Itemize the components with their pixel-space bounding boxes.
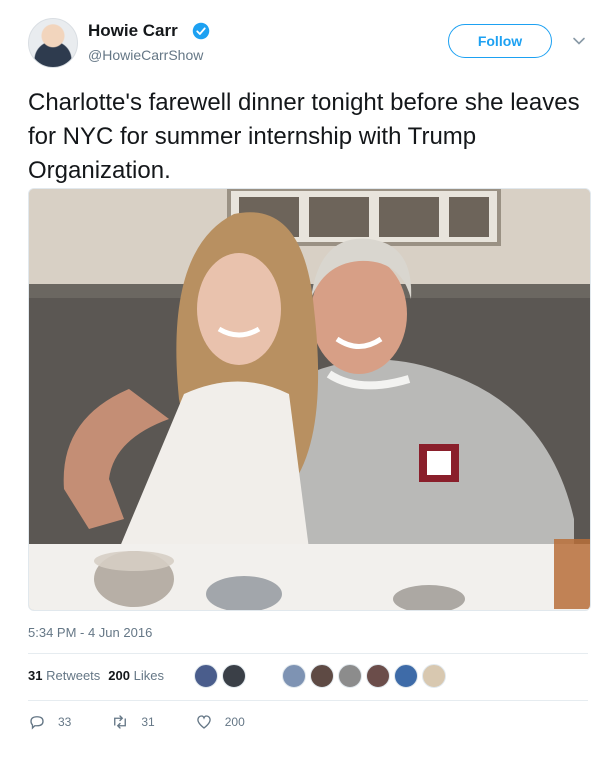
- liker-avatar[interactable]: [282, 664, 306, 688]
- author-name[interactable]: Howie Carr: [88, 21, 178, 41]
- tweet-header: Howie Carr @HowieCarrShow Follow: [28, 18, 588, 70]
- divider: [28, 700, 588, 701]
- reply-button[interactable]: 33: [28, 713, 71, 731]
- likes-count: 200: [108, 668, 130, 683]
- tweet-text: Charlotte's farewell dinner tonight befo…: [28, 89, 580, 184]
- verified-badge-icon: [192, 22, 210, 40]
- retweets-label: Retweets: [46, 668, 101, 683]
- dinner-photo-illustration: [29, 189, 590, 610]
- divider: [28, 653, 588, 654]
- likes-label: Likes: [133, 668, 164, 683]
- retweet-count: 31: [141, 715, 155, 729]
- author-handle[interactable]: @HowieCarrShow: [88, 47, 203, 63]
- author-avatar[interactable]: [28, 18, 78, 68]
- liker-avatar[interactable]: [394, 664, 418, 688]
- liker-avatar[interactable]: [422, 664, 446, 688]
- reply-count: 33: [58, 715, 72, 729]
- follow-button[interactable]: Follow: [448, 24, 552, 58]
- retweets-count: 31: [28, 668, 43, 683]
- retweet-button[interactable]: 31: [111, 713, 155, 731]
- retweet-icon: [114, 715, 127, 729]
- liker-avatar[interactable]: [222, 664, 246, 688]
- like-count: 200: [224, 715, 245, 729]
- tweet-timestamp[interactable]: 5:34 PM - 4 Jun 2016: [28, 625, 152, 640]
- heart-icon: [196, 715, 211, 729]
- liker-avatar[interactable]: [338, 664, 362, 688]
- likes-stat[interactable]: 200 Likes: [108, 668, 164, 683]
- liker-avatar[interactable]: [194, 664, 218, 688]
- tweet-actions: 33 31 200: [28, 713, 285, 731]
- chevron-down-icon[interactable]: [572, 34, 586, 48]
- engagement-stats: 31 Retweets 200 Likes: [28, 668, 164, 683]
- reply-icon: [30, 716, 44, 730]
- retweets-stat[interactable]: 31 Retweets: [28, 668, 100, 683]
- liker-avatar[interactable]: [366, 664, 390, 688]
- like-button[interactable]: 200: [195, 713, 245, 731]
- tweet-photo[interactable]: [28, 188, 591, 611]
- liker-avatar[interactable]: [310, 664, 334, 688]
